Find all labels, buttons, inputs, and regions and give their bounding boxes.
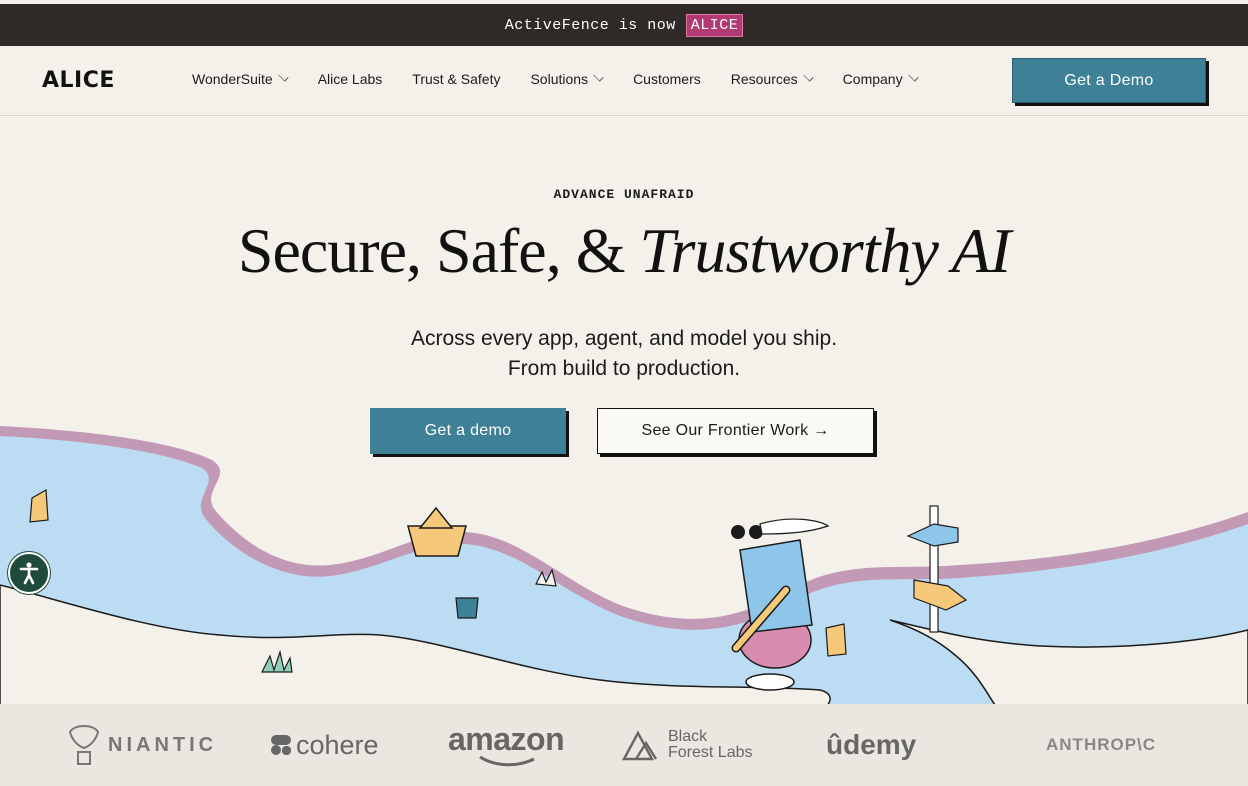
subtitle-line-1: Across every app, agent, and model you s… <box>410 327 838 350</box>
accessibility-icon <box>19 562 39 585</box>
get-demo-button[interactable]: Get a demo <box>370 408 566 454</box>
udemy-logo: ûdemy <box>826 704 916 786</box>
hero-eyebrow: ADVANCE UNAFRAID <box>553 187 695 202</box>
banner-badge: ALICE <box>685 13 744 37</box>
hero-illustration <box>0 426 1248 710</box>
chevron-down-icon <box>278 71 289 82</box>
udemy-wordmark: ûdemy <box>826 729 917 760</box>
niantic-balloon-icon <box>68 725 100 765</box>
main-nav: ALICE WonderSuite Alice Labs Trust & Saf… <box>0 46 1248 116</box>
bfl-mark-icon <box>622 730 658 761</box>
nav-item-label: Trust & Safety <box>412 71 501 87</box>
nav-item-label: WonderSuite <box>192 71 273 87</box>
nav-item-label: Alice Labs <box>317 71 383 87</box>
nav-item-customers[interactable]: Customers <box>633 71 701 87</box>
nav-item-label: Customers <box>633 71 701 87</box>
cohere-wordmark: cohere <box>296 729 379 760</box>
chevron-down-icon <box>803 71 814 82</box>
get-demo-nav-button[interactable]: Get a Demo <box>1012 58 1206 103</box>
bfl-wordmark: Black Forest Labs <box>668 728 753 761</box>
chevron-down-icon <box>908 71 919 82</box>
amazon-wordmark: amazon <box>448 721 565 757</box>
black-forest-labs-logo: Black Forest Labs <box>622 704 752 786</box>
niantic-wordmark: NIANTIC <box>108 733 218 756</box>
frontier-work-button[interactable]: See Our Frontier Work → <box>597 408 874 454</box>
cohere-mark-icon <box>271 735 291 755</box>
nav-item-company[interactable]: Company <box>842 71 919 87</box>
hero-subtitle: Across every app, agent, and model you s… <box>0 324 1248 384</box>
announcement-banner[interactable]: ActiveFence is now ALICE <box>0 4 1248 46</box>
nav-item-resources[interactable]: Resources <box>730 71 814 87</box>
subtitle-line-2: From build to production. <box>507 357 741 380</box>
nav-item-alice-labs[interactable]: Alice Labs <box>318 71 383 87</box>
hero-headline: Secure, Safe, & Trustworthy AI <box>0 214 1248 288</box>
nav-item-trust-safety[interactable]: Trust & Safety <box>412 71 500 87</box>
cohere-logo: cohere <box>270 704 379 786</box>
customer-logos-strip: NIANTIC cohere amazon Black Forest Labs … <box>0 704 1248 786</box>
site-logo[interactable]: ALICE <box>42 68 115 93</box>
bottle-right <box>825 623 847 657</box>
chevron-down-icon <box>593 71 604 82</box>
nav-item-label: Solutions <box>530 71 589 87</box>
bottle-center <box>455 597 479 619</box>
amazon-logo: amazon <box>448 704 565 786</box>
nav-menu: WonderSuite Alice Labs Trust & Safety So… <box>192 71 948 87</box>
nav-item-label: Resources <box>730 71 798 87</box>
nav-item-label: Company <box>842 71 903 87</box>
banner-text: ActiveFence is now <box>504 16 676 34</box>
accessibility-button[interactable] <box>8 552 50 594</box>
nav-item-solutions[interactable]: Solutions <box>530 71 604 87</box>
niantic-logo: NIANTIC <box>66 704 217 786</box>
amazon-smile-icon <box>479 755 535 767</box>
headline-italic: Trustworthy AI <box>639 215 1011 286</box>
paper-boat-sail <box>418 506 454 529</box>
nav-item-wondersuite[interactable]: WonderSuite <box>192 71 289 87</box>
paper-boat <box>407 525 467 557</box>
anthropic-wordmark: ANTHROP\C <box>1046 735 1157 754</box>
headline-plain: Secure, Safe, & <box>237 215 626 286</box>
anthropic-logo: ANTHROP\C <box>1046 704 1156 786</box>
